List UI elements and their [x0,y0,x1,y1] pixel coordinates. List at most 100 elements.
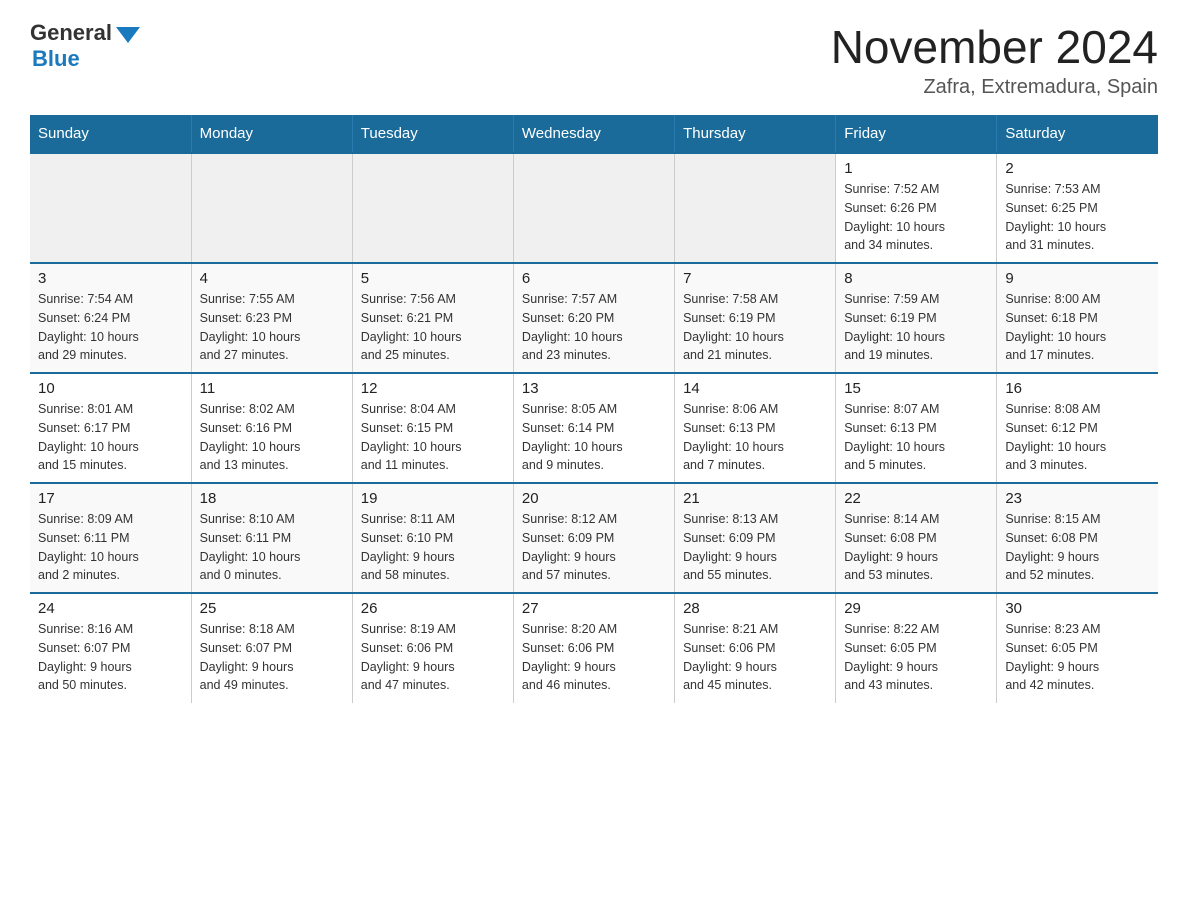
calendar-week-row: 1 Sunrise: 7:52 AM Sunset: 6:26 PM Daylig… [30,153,1158,263]
day-number: 29 [844,600,988,617]
day-number: 11 [200,380,344,397]
day-number: 1 [844,160,988,177]
logo-blue-text: Blue [32,46,80,72]
day-of-week-header: Tuesday [352,115,513,153]
calendar-day-cell [513,153,674,263]
calendar-day-cell: 17 Sunrise: 8:09 AM Sunset: 6:11 PM Dayli… [30,483,191,593]
day-number: 14 [683,380,827,397]
calendar-day-cell: 1 Sunrise: 7:52 AM Sunset: 6:26 PM Daylig… [836,153,997,263]
calendar-table: SundayMondayTuesdayWednesdayThursdayFrid… [30,115,1158,703]
calendar-week-row: 24 Sunrise: 8:16 AM Sunset: 6:07 PM Dayli… [30,593,1158,703]
day-info: Sunrise: 8:22 AM Sunset: 6:05 PM Dayligh… [844,620,988,695]
day-number: 17 [38,490,183,507]
day-info: Sunrise: 7:52 AM Sunset: 6:26 PM Dayligh… [844,180,988,255]
calendar-day-cell: 26 Sunrise: 8:19 AM Sunset: 6:06 PM Dayli… [352,593,513,703]
calendar-day-cell: 10Sunrise: 8:01 AM Sunset: 6:17 PM Dayli… [30,373,191,483]
day-info: Sunrise: 8:01 AM Sunset: 6:17 PM Dayligh… [38,400,183,475]
day-of-week-header: Friday [836,115,997,153]
day-of-week-header: Monday [191,115,352,153]
day-number: 4 [200,270,344,287]
day-info: Sunrise: 8:02 AM Sunset: 6:16 PM Dayligh… [200,400,344,475]
calendar-day-cell: 23 Sunrise: 8:15 AM Sunset: 6:08 PM Dayli… [997,483,1158,593]
calendar-week-row: 3 Sunrise: 7:54 AM Sunset: 6:24 PM Daylig… [30,263,1158,373]
day-of-week-header: Wednesday [513,115,674,153]
day-number: 26 [361,600,505,617]
day-info: Sunrise: 8:16 AM Sunset: 6:07 PM Dayligh… [38,620,183,695]
day-number: 9 [1005,270,1150,287]
day-number: 22 [844,490,988,507]
day-number: 2 [1005,160,1150,177]
day-number: 21 [683,490,827,507]
location: Zafra, Extremadura, Spain [831,76,1158,99]
calendar-day-cell [352,153,513,263]
calendar-day-cell: 2 Sunrise: 7:53 AM Sunset: 6:25 PM Daylig… [997,153,1158,263]
day-info: Sunrise: 8:13 AM Sunset: 6:09 PM Dayligh… [683,510,827,585]
day-info: Sunrise: 8:19 AM Sunset: 6:06 PM Dayligh… [361,620,505,695]
calendar-day-cell: 9Sunrise: 8:00 AM Sunset: 6:18 PM Daylig… [997,263,1158,373]
day-number: 8 [844,270,988,287]
day-info: Sunrise: 7:59 AM Sunset: 6:19 PM Dayligh… [844,290,988,365]
day-info: Sunrise: 7:54 AM Sunset: 6:24 PM Dayligh… [38,290,183,365]
calendar-day-cell: 27 Sunrise: 8:20 AM Sunset: 6:06 PM Dayli… [513,593,674,703]
day-number: 25 [200,600,344,617]
day-of-week-header: Thursday [675,115,836,153]
day-info: Sunrise: 8:06 AM Sunset: 6:13 PM Dayligh… [683,400,827,475]
day-number: 19 [361,490,505,507]
calendar-day-cell: 15Sunrise: 8:07 AM Sunset: 6:13 PM Dayli… [836,373,997,483]
day-number: 6 [522,270,666,287]
day-info: Sunrise: 8:14 AM Sunset: 6:08 PM Dayligh… [844,510,988,585]
calendar-day-cell: 3 Sunrise: 7:54 AM Sunset: 6:24 PM Daylig… [30,263,191,373]
day-number: 27 [522,600,666,617]
day-info: Sunrise: 8:09 AM Sunset: 6:11 PM Dayligh… [38,510,183,585]
day-info: Sunrise: 8:04 AM Sunset: 6:15 PM Dayligh… [361,400,505,475]
calendar-day-cell: 18Sunrise: 8:10 AM Sunset: 6:11 PM Dayli… [191,483,352,593]
calendar-day-cell: 6 Sunrise: 7:57 AM Sunset: 6:20 PM Daylig… [513,263,674,373]
day-number: 30 [1005,600,1150,617]
day-info: Sunrise: 8:18 AM Sunset: 6:07 PM Dayligh… [200,620,344,695]
day-number: 16 [1005,380,1150,397]
day-info: Sunrise: 7:57 AM Sunset: 6:20 PM Dayligh… [522,290,666,365]
day-info: Sunrise: 8:20 AM Sunset: 6:06 PM Dayligh… [522,620,666,695]
day-of-week-header: Saturday [997,115,1158,153]
calendar-day-cell: 13 Sunrise: 8:05 AM Sunset: 6:14 PM Dayli… [513,373,674,483]
day-info: Sunrise: 7:58 AM Sunset: 6:19 PM Dayligh… [683,290,827,365]
calendar-day-cell: 19 Sunrise: 8:11 AM Sunset: 6:10 PM Dayli… [352,483,513,593]
day-info: Sunrise: 8:05 AM Sunset: 6:14 PM Dayligh… [522,400,666,475]
day-number: 5 [361,270,505,287]
calendar-day-cell: 25 Sunrise: 8:18 AM Sunset: 6:07 PM Dayli… [191,593,352,703]
calendar-day-cell: 8 Sunrise: 7:59 AM Sunset: 6:19 PM Daylig… [836,263,997,373]
day-number: 3 [38,270,183,287]
month-title: November 2024 [831,20,1158,74]
day-of-week-header: Sunday [30,115,191,153]
calendar-day-cell: 11 Sunrise: 8:02 AM Sunset: 6:16 PM Dayli… [191,373,352,483]
calendar-week-row: 10Sunrise: 8:01 AM Sunset: 6:17 PM Dayli… [30,373,1158,483]
day-info: Sunrise: 8:11 AM Sunset: 6:10 PM Dayligh… [361,510,505,585]
day-number: 20 [522,490,666,507]
day-info: Sunrise: 8:10 AM Sunset: 6:11 PM Dayligh… [200,510,344,585]
calendar-day-cell: 4Sunrise: 7:55 AM Sunset: 6:23 PM Daylig… [191,263,352,373]
day-info: Sunrise: 8:08 AM Sunset: 6:12 PM Dayligh… [1005,400,1150,475]
day-number: 23 [1005,490,1150,507]
logo-general-text: General [30,20,112,46]
calendar-week-row: 17 Sunrise: 8:09 AM Sunset: 6:11 PM Dayli… [30,483,1158,593]
calendar-day-cell: 22 Sunrise: 8:14 AM Sunset: 6:08 PM Dayli… [836,483,997,593]
day-info: Sunrise: 8:23 AM Sunset: 6:05 PM Dayligh… [1005,620,1150,695]
calendar-day-cell: 30 Sunrise: 8:23 AM Sunset: 6:05 PM Dayli… [997,593,1158,703]
day-number: 7 [683,270,827,287]
calendar-day-cell [191,153,352,263]
calendar-day-cell: 29 Sunrise: 8:22 AM Sunset: 6:05 PM Dayli… [836,593,997,703]
day-number: 13 [522,380,666,397]
calendar-day-cell: 16 Sunrise: 8:08 AM Sunset: 6:12 PM Dayli… [997,373,1158,483]
day-number: 24 [38,600,183,617]
logo: General Blue [30,20,140,72]
calendar-day-cell: 5 Sunrise: 7:56 AM Sunset: 6:21 PM Daylig… [352,263,513,373]
calendar-day-cell: 24 Sunrise: 8:16 AM Sunset: 6:07 PM Dayli… [30,593,191,703]
day-number: 12 [361,380,505,397]
day-info: Sunrise: 8:15 AM Sunset: 6:08 PM Dayligh… [1005,510,1150,585]
title-section: November 2024 Zafra, Extremadura, Spain [831,20,1158,99]
day-info: Sunrise: 7:56 AM Sunset: 6:21 PM Dayligh… [361,290,505,365]
page-header: General Blue November 2024 Zafra, Extrem… [30,20,1158,99]
calendar-day-cell [30,153,191,263]
calendar-day-cell: 14 Sunrise: 8:06 AM Sunset: 6:13 PM Dayli… [675,373,836,483]
day-info: Sunrise: 7:53 AM Sunset: 6:25 PM Dayligh… [1005,180,1150,255]
